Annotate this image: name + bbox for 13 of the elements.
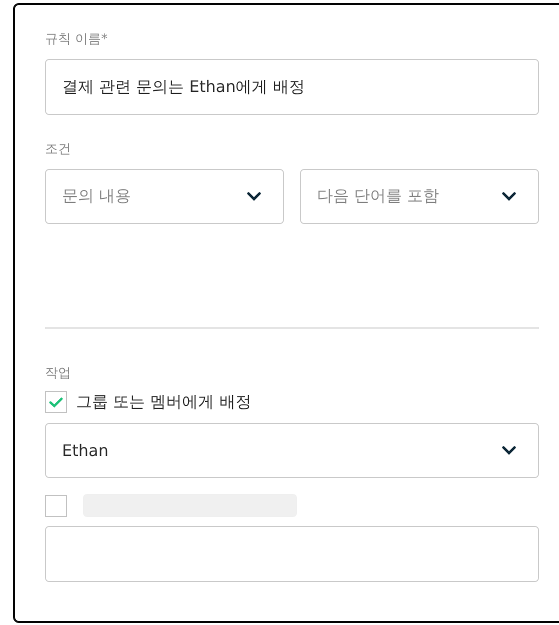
checkbox[interactable] <box>45 391 67 413</box>
checkbox[interactable] <box>45 494 67 516</box>
member-dropdown[interactable]: Ethan <box>45 423 539 478</box>
chevron-icon <box>247 192 261 201</box>
field-label: 규칙 이름* <box>45 31 108 49</box>
check-icon <box>49 396 63 408</box>
input-field[interactable] <box>45 526 539 582</box>
section-label: 작업 <box>45 365 71 383</box>
chevron-icon <box>502 192 516 201</box>
checkbox-label: 그룹 또는 멤버에게 배정 <box>76 392 252 412</box>
section-label: 조건 <box>45 141 71 159</box>
chevron-icon <box>502 446 516 455</box>
rule-name-field[interactable]: 결제 관련 문의는 Ethan에게 배정 <box>45 59 539 115</box>
